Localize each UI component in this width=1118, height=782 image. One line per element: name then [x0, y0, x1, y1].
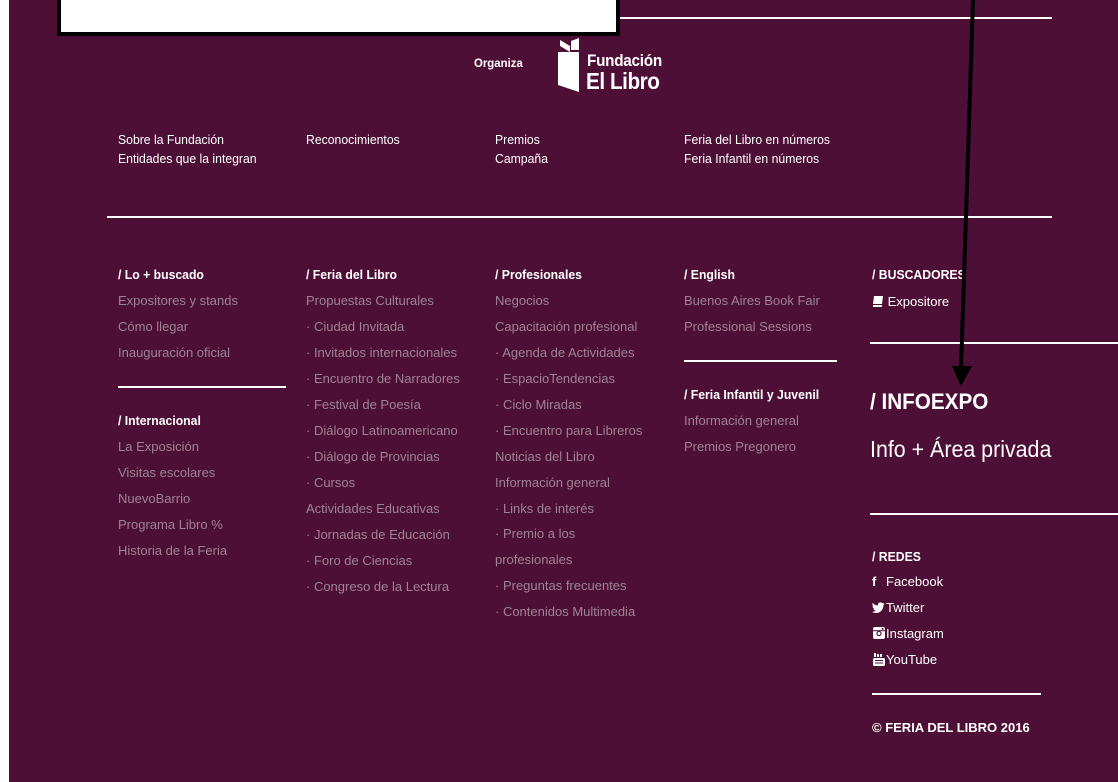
arrow-down-icon	[952, 366, 972, 386]
annotation-arrow-svg	[952, 0, 975, 386]
arrow-shaft	[959, 0, 975, 371]
